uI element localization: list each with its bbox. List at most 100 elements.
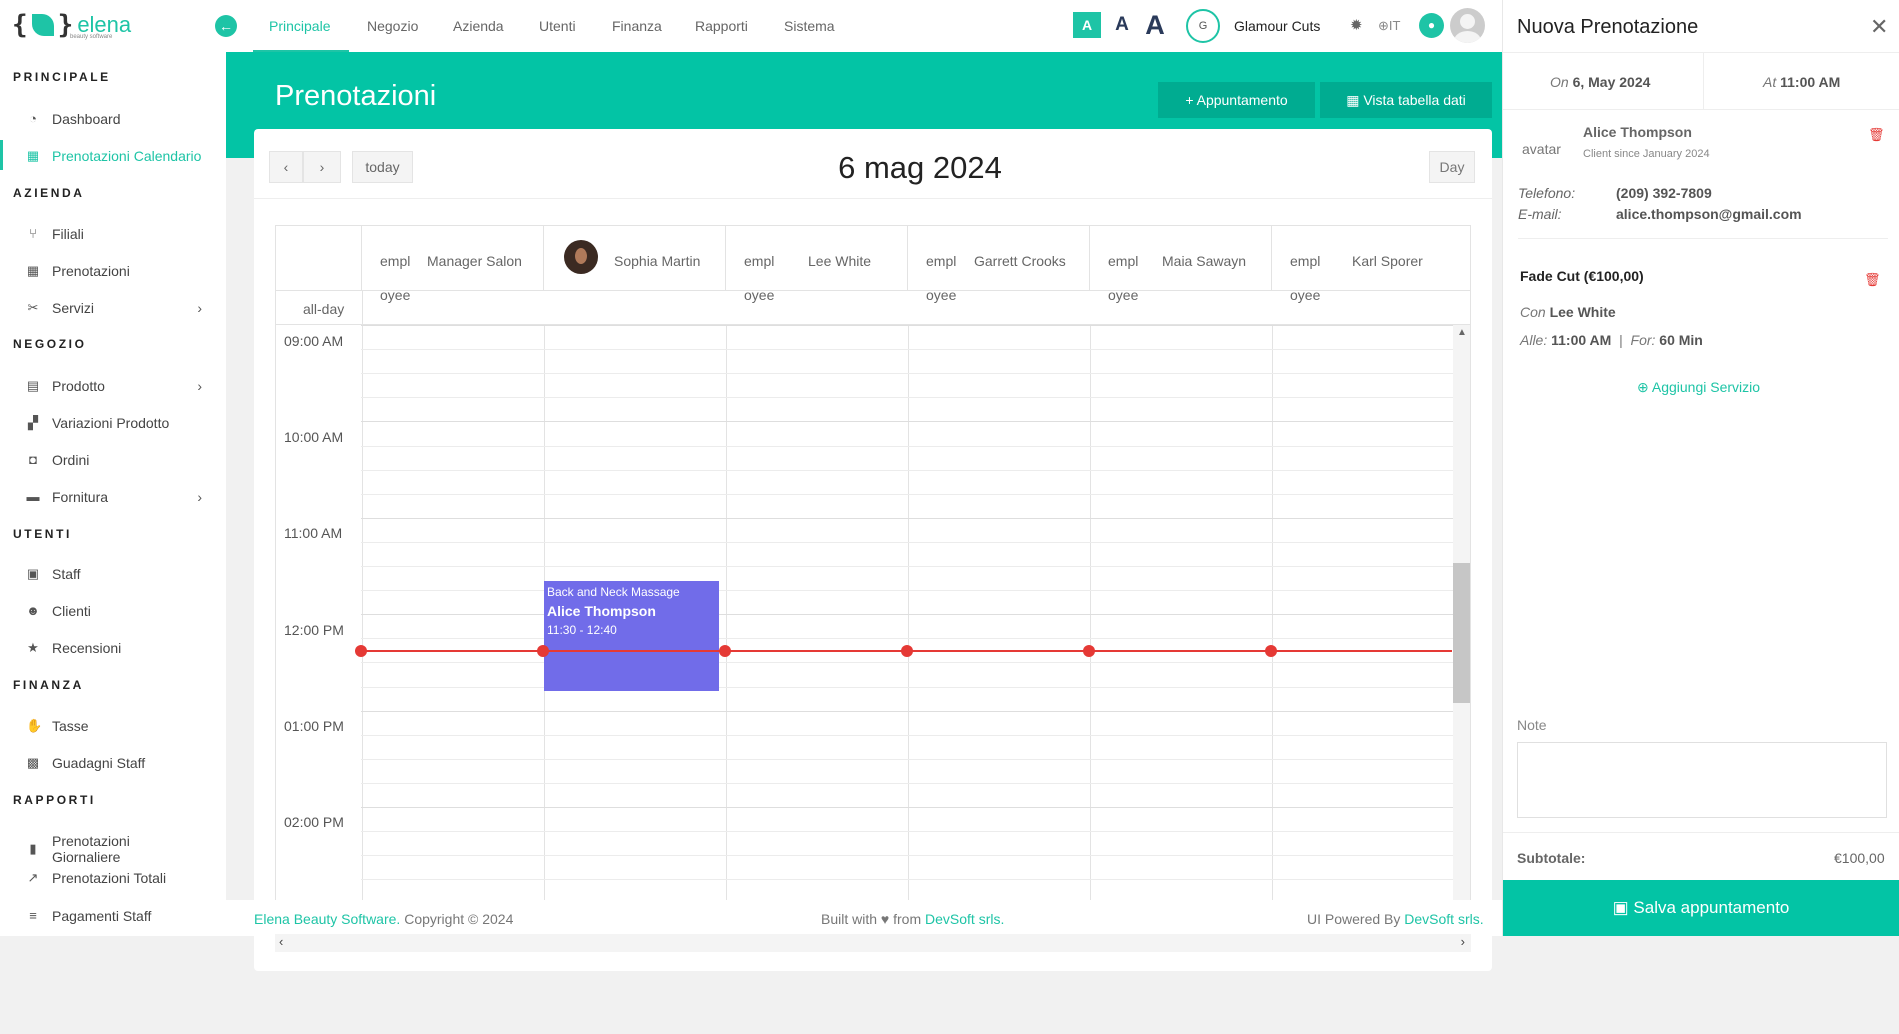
event-client: Alice Thompson <box>547 603 656 619</box>
tab-utenti[interactable]: Utenti <box>539 18 576 34</box>
trash-icon[interactable]: 🗑 <box>1868 127 1885 143</box>
slot-line <box>361 734 1453 736</box>
add-service-button[interactable]: ⊕ Aggiungi Servizio <box>1637 379 1760 396</box>
slot-line <box>361 710 1453 712</box>
chevron-left-icon: ‹ <box>283 159 289 175</box>
sidebar-item-servizi[interactable]: ✂ Servizi › <box>26 300 202 316</box>
back-arrow-icon[interactable]: ← <box>215 15 237 37</box>
trash-icon[interactable]: 🗑 <box>1864 272 1881 288</box>
sidebar-item-filiali[interactable]: ⑂ Filiali <box>26 226 202 242</box>
calendar-icon: ▦ <box>26 148 40 163</box>
slot-line <box>361 373 1453 375</box>
slot-line <box>361 421 1453 423</box>
tab-azienda[interactable]: Azienda <box>453 18 504 34</box>
close-icon[interactable]: ✕ <box>1870 14 1888 40</box>
plus-circle-icon: ⊕ <box>1637 379 1652 395</box>
section-finanza: FINANZA <box>13 678 84 692</box>
time-label: 10:00 AM <box>284 429 344 445</box>
prev-button[interactable]: ‹ <box>269 151 303 183</box>
tab-sistema[interactable]: Sistema <box>784 18 835 34</box>
slot-line <box>361 614 1453 616</box>
brand-tagline: beauty software <box>70 34 113 40</box>
sidebar-item-staff[interactable]: ▣ Staff <box>26 566 202 582</box>
client-avatar: avatar <box>1522 141 1561 157</box>
tab-negozio[interactable]: Negozio <box>367 18 418 34</box>
footer-mid: Built with ♥ from DevSoft srls. <box>821 911 1005 927</box>
font-size-large-button[interactable]: A <box>1143 12 1167 39</box>
scroll-up-icon[interactable]: ▲ <box>1457 327 1467 338</box>
sidebar-item-clienti[interactable]: ☻ Clienti <box>26 603 202 619</box>
time-label: 01:00 PM <box>284 718 344 734</box>
sidebar-item-dashboard[interactable]: ◔ Dashboard <box>26 111 202 127</box>
column-header: empl Karl Sporer oyee <box>1290 253 1423 303</box>
chevron-right-icon: › <box>319 159 325 175</box>
font-size-small-button[interactable]: A <box>1073 12 1101 38</box>
sidebar-item-prenotazioni-calendario[interactable]: ▦ Prenotazioni Calendario <box>26 148 202 164</box>
font-size-medium-button[interactable]: A <box>1112 12 1132 38</box>
sidebar-item-ordini[interactable]: ◘ Ordini <box>26 452 202 468</box>
now-indicator-dot <box>355 645 367 657</box>
sidebar-item-recensioni[interactable]: ★ Recensioni <box>26 640 202 656</box>
language-selector[interactable]: ⊕IT <box>1378 18 1400 34</box>
client-name: Alice Thompson <box>1583 124 1692 140</box>
save-appointment-button[interactable]: ▣ Salva appuntamento <box>1503 880 1899 936</box>
sidebar-item-prenotazioni-totali[interactable]: ↗ Prenotazioni Totali <box>26 870 202 886</box>
tab-principale[interactable]: Principale <box>269 18 330 34</box>
sidebar-item-tasse[interactable]: ✋ Tasse <box>26 718 202 734</box>
slot-line <box>361 879 1453 881</box>
branch-icon: ⑂ <box>29 226 37 241</box>
email-value: alice.thompson@gmail.com <box>1616 206 1802 222</box>
devsoft-link[interactable]: DevSoft srls. <box>1404 911 1483 927</box>
booking-time: At 11:00 AM <box>1763 74 1841 90</box>
tab-finanza[interactable]: Finanza <box>612 18 662 34</box>
save-icon: ▣ <box>1612 898 1634 917</box>
sidebar-item-fornitura[interactable]: ▬ Fornitura › <box>26 489 203 505</box>
sidebar-item-guadagni-staff[interactable]: ▩ Guadagni Staff <box>26 755 202 771</box>
slot-line <box>361 758 1453 760</box>
scrollbar-thumb[interactable] <box>1453 563 1470 703</box>
divider <box>254 198 1492 199</box>
devsoft-link[interactable]: DevSoft srls. <box>925 911 1004 927</box>
slot-line <box>361 325 1453 326</box>
now-indicator-dot <box>719 645 731 657</box>
sidebar-item-prenotazioni-giornaliere[interactable]: ▮ Prenotazioni Giornaliere <box>26 833 202 865</box>
bag-icon: ◘ <box>29 452 37 467</box>
note-label: Note <box>1517 717 1547 733</box>
calendar-grid: empl Manager Salon oyee Sophia Martin empl… <box>275 225 1471 901</box>
today-button[interactable]: today <box>352 151 413 183</box>
sidebar-item-variazioni-prodotto[interactable]: ▞ Variazioni Prodotto <box>26 415 202 431</box>
id-card-icon: ▣ <box>26 566 40 581</box>
note-textarea[interactable] <box>1517 742 1887 818</box>
sidebar-item-prenotazioni[interactable]: ▦ Prenotazioni <box>26 263 202 279</box>
slot-line <box>361 590 1453 592</box>
sidebar-item-pagamenti-staff[interactable]: ≡ Pagamenti Staff <box>26 907 202 925</box>
store-icon: ▤ <box>26 378 40 393</box>
footer-right: UI Powered By DevSoft srls. <box>1307 911 1484 927</box>
tab-rapporti[interactable]: Rapporti <box>695 18 748 34</box>
shop-avatar[interactable]: G <box>1186 9 1220 43</box>
day-view-button[interactable]: Day <box>1429 151 1475 183</box>
shop-name[interactable]: Glamour Cuts <box>1234 18 1320 34</box>
star-icon: ★ <box>27 640 39 655</box>
user-avatar[interactable] <box>1450 8 1485 43</box>
next-button[interactable]: › <box>303 151 341 183</box>
appointment-event[interactable]: Back and Neck Massage Alice Thompson 11:… <box>544 581 719 691</box>
footer-brand-link[interactable]: Elena Beauty Software. <box>254 911 400 927</box>
leaf-icon <box>31 14 54 36</box>
add-appointment-button[interactable]: + Appuntamento <box>1158 82 1315 118</box>
slot-line <box>361 566 1453 567</box>
gear-icon[interactable]: ✹ <box>1350 16 1363 34</box>
section-azienda: AZIENDA <box>13 186 85 200</box>
table-view-button[interactable]: ▦ Vista tabella dati <box>1320 82 1492 118</box>
subtotal-value: €100,00 <box>1834 850 1885 866</box>
brand-logo[interactable]: {} elena beauty software <box>12 10 131 40</box>
section-rapporti: RAPPORTI <box>13 793 96 807</box>
sidebar-item-prodotto[interactable]: ▤ Prodotto › <box>26 378 202 394</box>
scroll-left-icon[interactable]: ‹ <box>279 934 283 949</box>
bell-icon[interactable]: ● <box>1419 13 1444 38</box>
horizontal-scrollbar[interactable]: ‹ › <box>275 934 1471 952</box>
footer-left: Elena Beauty Software. Copyright © 2024 <box>254 911 514 927</box>
slot-line <box>361 831 1453 833</box>
service-time: Alle: 11:00 AM | For: 60 Min <box>1520 332 1703 348</box>
scroll-right-icon[interactable]: › <box>1461 934 1465 949</box>
